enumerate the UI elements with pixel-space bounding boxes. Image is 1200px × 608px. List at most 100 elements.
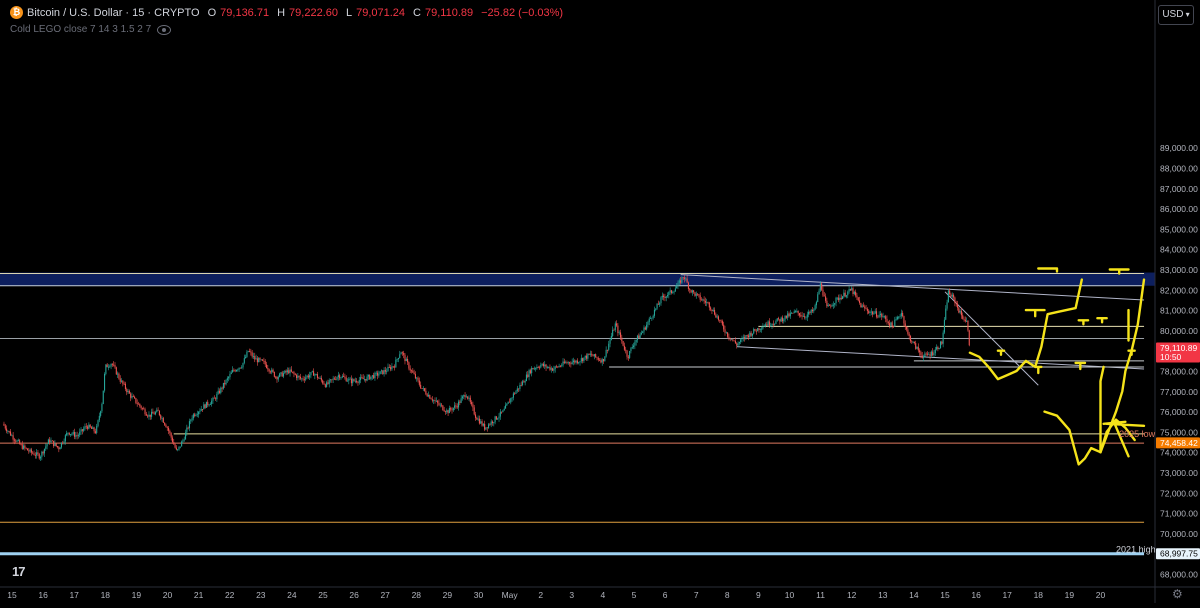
candle — [947, 288, 949, 303]
candle — [154, 410, 157, 416]
gear-icon[interactable]: ⚙ — [1172, 587, 1183, 601]
annotation-stroke[interactable] — [1077, 319, 1090, 326]
candle — [168, 425, 170, 435]
candle-body — [732, 339, 734, 341]
time-tick-label: 14 — [909, 590, 919, 600]
annotation-stroke[interactable] — [1024, 308, 1046, 318]
candle — [951, 292, 953, 299]
candle — [305, 374, 307, 382]
open-label: O — [207, 6, 217, 19]
candle-body — [802, 316, 804, 317]
annotation-stroke[interactable] — [996, 349, 1006, 356]
candle-body — [869, 312, 871, 313]
candle — [370, 376, 372, 381]
candle — [346, 378, 349, 382]
candle-body — [552, 368, 554, 371]
price-chart[interactable]: 89,000.00 88,000.00 87,000.00 86,000.00 85,0… — [0, 0, 1200, 603]
indicator-legend[interactable]: Cold LEGO close 7 14 3 1.5 2 7 — [10, 24, 172, 35]
candle-body — [160, 415, 162, 419]
currency-select[interactable]: USD — [1158, 5, 1194, 25]
candle — [403, 350, 405, 359]
candle — [80, 426, 82, 435]
candle — [217, 387, 219, 395]
time-tick-label: 25 — [318, 590, 328, 600]
candle-body — [953, 294, 955, 298]
candle-body — [178, 446, 180, 450]
price-tick-label: 86,000.00 — [1160, 204, 1198, 214]
candle — [318, 376, 320, 379]
candle — [860, 302, 862, 308]
candle-body — [179, 446, 181, 448]
candle-body — [188, 421, 191, 429]
candle-body — [24, 445, 26, 448]
candle-body — [604, 356, 606, 362]
candle-body — [588, 353, 590, 355]
tradingview-logo[interactable]: 17 — [12, 564, 26, 579]
candle-body — [936, 347, 938, 350]
candle-body — [324, 384, 326, 387]
candle — [630, 346, 632, 354]
candle-body — [954, 297, 956, 303]
trendline[interactable] — [736, 346, 1145, 370]
candle-body — [704, 301, 706, 303]
candle-body — [362, 377, 364, 380]
candle-body — [474, 414, 477, 418]
candle-body — [70, 434, 72, 435]
candle — [382, 370, 384, 375]
annotation-stroke[interactable] — [1099, 365, 1105, 454]
annotation-stroke[interactable] — [1037, 267, 1059, 273]
candle-body — [64, 435, 66, 442]
candle-body — [900, 312, 902, 317]
candle-body — [42, 451, 44, 454]
candle-body — [716, 316, 718, 318]
candle-body — [956, 303, 959, 308]
candle-body — [376, 372, 379, 376]
candle — [354, 377, 356, 384]
candle — [434, 397, 436, 404]
candle-body — [245, 356, 247, 359]
candle-body — [391, 366, 393, 370]
candle-body — [527, 374, 529, 377]
resistance-zone[interactable] — [0, 272, 1155, 286]
candle-body — [834, 302, 836, 305]
candle — [8, 430, 10, 434]
candle — [755, 328, 757, 335]
annotation-stroke[interactable] — [1096, 317, 1108, 324]
candle-body — [851, 288, 853, 291]
candle-body — [546, 367, 548, 368]
candle — [873, 310, 875, 315]
candle-body — [360, 377, 362, 380]
candle-body — [794, 311, 797, 312]
candle-body — [459, 401, 461, 403]
candle-body — [139, 403, 141, 407]
candle-body — [804, 316, 806, 318]
candle — [93, 426, 95, 434]
symbol-title[interactable]: Bitcoin / U.S. Dollar · 15 · CRYPTO — [27, 7, 200, 19]
candle-body — [490, 421, 492, 425]
candle-body — [533, 368, 535, 370]
candle — [115, 366, 117, 375]
candle — [529, 368, 531, 375]
candle-body — [225, 379, 227, 385]
annotation-stroke[interactable] — [1033, 365, 1043, 375]
candle-body — [898, 316, 900, 318]
time-tick-label: 22 — [225, 590, 235, 600]
eye-icon[interactable] — [157, 24, 172, 35]
candle-body — [319, 377, 321, 379]
candle — [789, 309, 791, 319]
candle — [463, 394, 465, 400]
candle — [67, 432, 69, 437]
candle-body — [507, 401, 509, 404]
candle-body — [535, 368, 537, 370]
candle — [536, 364, 538, 370]
candle — [292, 371, 294, 374]
candle-body — [450, 408, 452, 410]
candle-body — [215, 398, 217, 400]
candle — [29, 448, 31, 454]
candle — [130, 392, 132, 402]
chart-canvas[interactable]: 89,000.0088,000.0087,000.0086,000.0085,0… — [0, 0, 1200, 603]
candle — [230, 370, 232, 375]
candle — [195, 412, 197, 417]
candle — [157, 407, 159, 411]
time-tick-label: 27 — [380, 590, 390, 600]
